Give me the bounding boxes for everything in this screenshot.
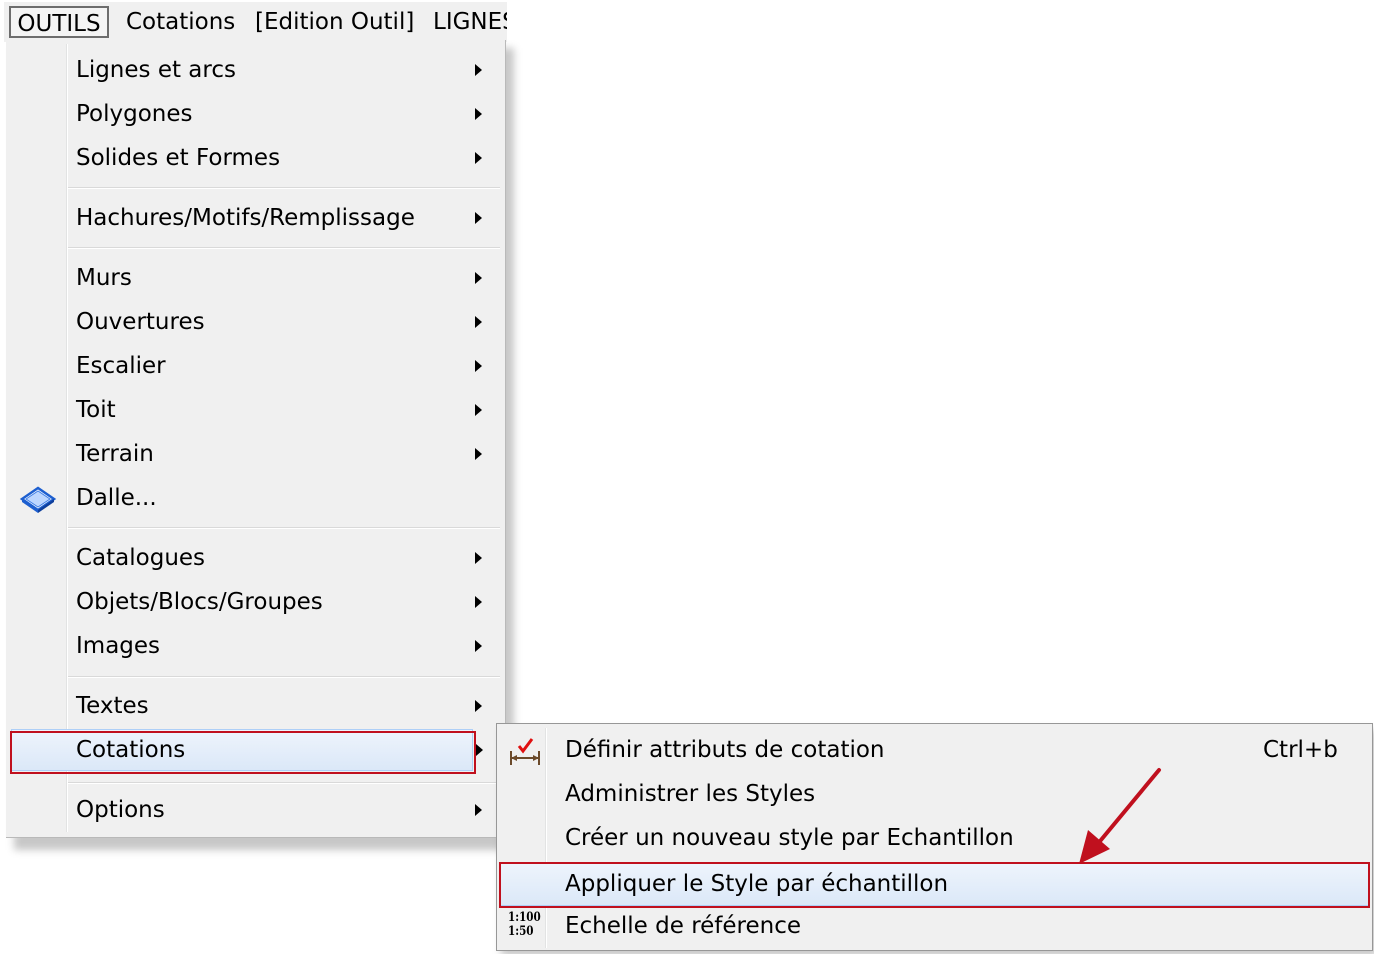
submenu-item-echelle-reference[interactable]: 1:100 1:50 Echelle de référence xyxy=(501,905,1368,947)
submenu-arrow-icon xyxy=(475,448,482,460)
menubar-edition-outil[interactable]: [Edition Outil] xyxy=(255,6,414,38)
cotations-submenu: Définir attributs de cotation Ctrl+b Adm… xyxy=(496,723,1373,951)
menu-item-label: Catalogues xyxy=(76,545,206,571)
menu-item-label: Toit xyxy=(76,397,116,423)
menu-separator xyxy=(68,676,500,678)
menu-bar: OUTILS Cotations [Edition Outil] LIGNES xyxy=(4,2,507,42)
menu-item-label: Ouvertures xyxy=(76,309,205,335)
menu-item-label: Textes xyxy=(76,693,149,719)
submenu-arrow-icon xyxy=(475,640,482,652)
menu-item-label: Images xyxy=(76,633,161,659)
submenu-item-creer-style[interactable]: Créer un nouveau style par Echantillon xyxy=(501,817,1368,859)
shortcut-text: Ctrl+b xyxy=(1263,737,1338,763)
slab-icon xyxy=(19,486,57,513)
submenu-arrow-icon xyxy=(475,212,482,224)
submenu-item-administrer-styles[interactable]: Administrer les Styles xyxy=(501,773,1368,815)
submenu-item-definir-attributs[interactable]: Définir attributs de cotation Ctrl+b xyxy=(501,729,1368,771)
menu-item-dalle[interactable]: Dalle... xyxy=(10,476,502,520)
menu-item-label: Murs xyxy=(76,265,132,291)
menu-item-ouvertures[interactable]: Ouvertures xyxy=(10,300,502,344)
submenu-arrow-icon xyxy=(476,744,483,756)
annotation-highlight-box xyxy=(499,862,1370,908)
menu-item-label: Options xyxy=(76,797,165,823)
submenu-item-label: Administrer les Styles xyxy=(565,781,816,807)
submenu-arrow-icon xyxy=(475,700,482,712)
menu-item-solides-et-formes[interactable]: Solides et Formes xyxy=(10,136,502,180)
scale-icon-line: 1:50 xyxy=(508,924,534,939)
submenu-arrow-icon xyxy=(475,404,482,416)
menu-item-toit[interactable]: Toit xyxy=(10,388,502,432)
menu-item-label: Dalle... xyxy=(76,485,157,511)
menu-item-label: Hachures/Motifs/Remplissage xyxy=(76,205,415,231)
menu-item-label: Escalier xyxy=(76,353,166,379)
submenu-arrow-icon xyxy=(475,64,482,76)
submenu-arrow-icon xyxy=(475,272,482,284)
submenu-arrow-icon xyxy=(475,360,482,372)
menu-item-hachures[interactable]: Hachures/Motifs/Remplissage xyxy=(10,196,502,240)
submenu-item-label: Définir attributs de cotation xyxy=(565,737,885,763)
submenu-arrow-icon xyxy=(475,108,482,120)
menubar-outils[interactable]: OUTILS xyxy=(9,6,109,38)
menu-separator xyxy=(68,527,500,529)
scale-icon: 1:100 1:50 xyxy=(508,911,541,939)
menu-item-label: Objets/Blocs/Groupes xyxy=(76,589,323,615)
submenu-arrow-icon xyxy=(475,152,482,164)
menu-item-escalier[interactable]: Escalier xyxy=(10,344,502,388)
menu-item-objets-blocs-groupes[interactable]: Objets/Blocs/Groupes xyxy=(10,580,502,624)
menu-separator xyxy=(68,247,500,249)
menu-item-textes[interactable]: Textes xyxy=(10,684,502,728)
menu-item-label: Lignes et arcs xyxy=(76,57,236,83)
dimension-attributes-icon xyxy=(510,738,540,765)
submenu-arrow-icon xyxy=(475,552,482,564)
menu-item-label: Polygones xyxy=(76,101,193,127)
annotation-highlight-box xyxy=(10,731,476,774)
menu-separator xyxy=(68,187,500,189)
menu-item-catalogues[interactable]: Catalogues xyxy=(10,536,502,580)
menu-separator xyxy=(68,782,500,784)
submenu-arrow-icon xyxy=(475,596,482,608)
menu-item-terrain[interactable]: Terrain xyxy=(10,432,502,476)
submenu-item-label: Echelle de référence xyxy=(565,913,802,939)
screenshot: OUTILS Cotations [Edition Outil] LIGNES … xyxy=(0,0,1374,954)
menubar-lignes[interactable]: LIGNES xyxy=(433,6,507,38)
submenu-item-label: Créer un nouveau style par Echantillon xyxy=(565,825,1014,851)
submenu-arrow-icon xyxy=(475,316,482,328)
menubar-cotations[interactable]: Cotations xyxy=(126,6,235,38)
submenu-arrow-icon xyxy=(475,804,482,816)
menu-item-options[interactable]: Options xyxy=(10,788,502,832)
menu-item-label: Terrain xyxy=(76,441,154,467)
outils-dropdown-menu: Lignes et arcs Polygones Solides et Form… xyxy=(6,40,506,838)
menu-item-lignes-et-arcs[interactable]: Lignes et arcs xyxy=(10,48,502,92)
menu-item-polygones[interactable]: Polygones xyxy=(10,92,502,136)
menu-item-label: Solides et Formes xyxy=(76,145,281,171)
menu-item-images[interactable]: Images xyxy=(10,624,502,668)
scale-icon-line: 1:100 xyxy=(508,910,541,925)
menu-item-murs[interactable]: Murs xyxy=(10,256,502,300)
